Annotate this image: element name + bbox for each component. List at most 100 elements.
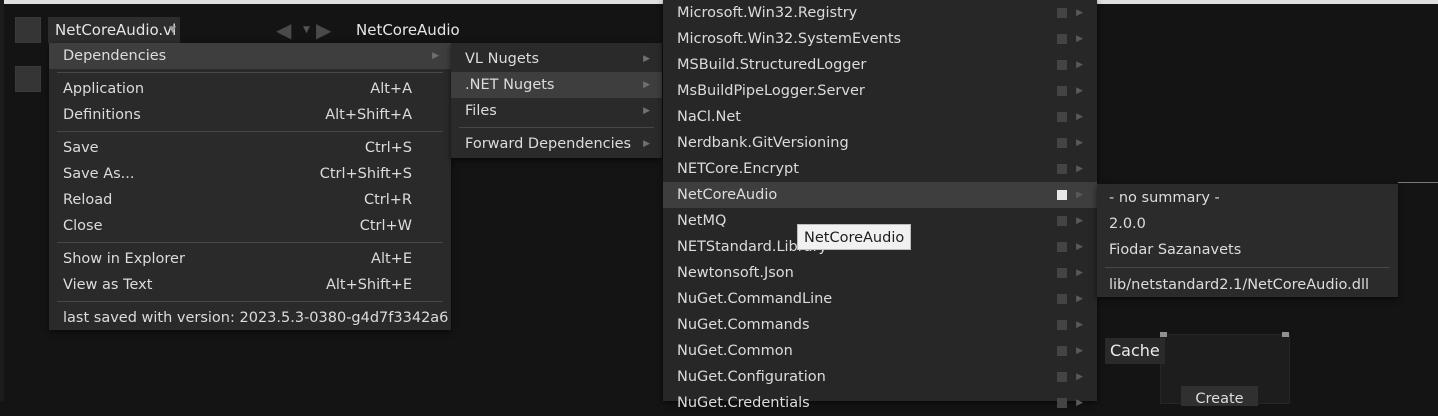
menu-separator	[57, 301, 443, 302]
nuget-item-netcoreaudio[interactable]: NetCoreAudio ▶	[663, 182, 1097, 208]
nuget-item[interactable]: NuGet.Common ▶	[663, 338, 1097, 364]
package-dll-path[interactable]: lib/netstandard2.1/NetCoreAudio.dll	[1097, 272, 1398, 298]
nuget-item[interactable]: Nerdbank.GitVersioning ▶	[663, 130, 1097, 156]
menu-shortcut: Ctrl+Shift+S	[319, 166, 412, 182]
chevron-right-icon: ▶	[1076, 242, 1083, 252]
menu-item-files[interactable]: Files ▶	[451, 98, 662, 124]
reference-checkbox[interactable]	[1057, 8, 1067, 18]
menu-item-definitions[interactable]: Definitions Alt+Shift+A	[49, 102, 451, 128]
tooltip: NetCoreAudio	[797, 224, 912, 250]
reference-checkbox[interactable]	[1057, 190, 1067, 200]
nuget-item-label: Microsoft.Win32.SystemEvents	[677, 31, 902, 47]
document-menu: Dependencies ▶ Application Alt+A Definit…	[49, 43, 451, 330]
menu-separator	[57, 242, 443, 243]
cache-node-label[interactable]: Cache	[1105, 338, 1165, 364]
nuget-item[interactable]: NETCore.Encrypt ▶	[663, 156, 1097, 182]
menu-item-application[interactable]: Application Alt+A	[49, 76, 451, 102]
menu-item-view-as-text[interactable]: View as Text Alt+Shift+E	[49, 272, 451, 298]
menu-shortcut: Ctrl+S	[364, 140, 412, 156]
document-tab-label: NetCoreAudio.vl	[55, 21, 177, 39]
menu-item-vl-nugets[interactable]: VL Nugets ▶	[451, 46, 662, 72]
reference-checkbox[interactable]	[1057, 372, 1067, 382]
reference-checkbox[interactable]	[1057, 268, 1067, 278]
nuget-item-label: NETCore.Encrypt	[677, 161, 799, 177]
nuget-item-label: NuGet.CommandLine	[677, 291, 833, 307]
menu-separator	[57, 72, 443, 73]
menu-item-label: Show in Explorer	[63, 251, 185, 267]
menu-separator	[459, 127, 654, 128]
reference-checkbox[interactable]	[1057, 294, 1067, 304]
menu-separator	[1105, 267, 1390, 268]
forward-arrow-icon[interactable]: ▶	[316, 17, 331, 43]
chevron-right-icon: ▶	[1076, 138, 1083, 148]
package-author: Fiodar Sazanavets	[1109, 242, 1242, 258]
menu-item-dependencies[interactable]: Dependencies ▶	[49, 43, 451, 69]
chevron-right-icon: ▶	[643, 106, 650, 116]
nuget-item-label: MsBuildPipeLogger.Server	[677, 83, 865, 99]
reference-checkbox[interactable]	[1057, 60, 1067, 70]
menu-item-label: Application	[63, 81, 145, 97]
menu-item-save-as[interactable]: Save As... Ctrl+Shift+S	[49, 161, 451, 187]
menu-item-close[interactable]: Close Ctrl+W	[49, 213, 451, 239]
nuget-item[interactable]: Microsoft.Win32.SystemEvents ▶	[663, 26, 1097, 52]
nuget-item-label: Microsoft.Win32.Registry	[677, 5, 858, 21]
chevron-down-icon[interactable]: ▼	[169, 17, 176, 43]
package-summary: - no summary -	[1109, 190, 1220, 206]
back-arrow-icon[interactable]: ◀	[276, 17, 291, 43]
nuget-item[interactable]: MsBuildPipeLogger.Server ▶	[663, 78, 1097, 104]
nuget-item[interactable]: Newtonsoft.Json ▶	[663, 260, 1097, 286]
chevron-right-icon: ▶	[432, 51, 439, 61]
reference-checkbox[interactable]	[1057, 398, 1067, 408]
menu-shortcut: Alt+Shift+E	[325, 277, 412, 293]
chevron-right-icon: ▶	[1076, 216, 1083, 226]
history-dropdown-icon[interactable]: ▼	[303, 17, 310, 43]
nuget-item-label: NuGet.Common	[677, 343, 793, 359]
toolbar-square-button[interactable]	[15, 17, 41, 43]
node-pin[interactable]	[1160, 332, 1167, 337]
menu-shortcut: Ctrl+W	[359, 218, 412, 234]
chevron-right-icon: ▶	[1076, 372, 1083, 382]
menu-shortcut: Ctrl+R	[363, 192, 412, 208]
menu-item-reload[interactable]: Reload Ctrl+R	[49, 187, 451, 213]
document-tab[interactable]: NetCoreAudio.vl ▼	[48, 17, 180, 43]
chevron-right-icon: ▶	[1076, 86, 1083, 96]
reference-checkbox[interactable]	[1057, 242, 1067, 252]
toolbar-square-button-2[interactable]	[15, 66, 41, 92]
menu-item-label: Files	[465, 103, 497, 119]
package-info-panel: - no summary - 2.0.0 Fiodar Sazanavets l…	[1097, 184, 1398, 297]
reference-checkbox[interactable]	[1057, 86, 1067, 96]
reference-checkbox[interactable]	[1057, 164, 1067, 174]
reference-checkbox[interactable]	[1057, 216, 1067, 226]
menu-item-label: Close	[63, 218, 103, 234]
reference-checkbox[interactable]	[1057, 138, 1067, 148]
reference-checkbox[interactable]	[1057, 112, 1067, 122]
reference-checkbox[interactable]	[1057, 346, 1067, 356]
nuget-item[interactable]: NuGet.Configuration ▶	[663, 364, 1097, 390]
dependencies-submenu: VL Nugets ▶ .NET Nugets ▶ Files ▶ Forwar…	[451, 43, 662, 158]
chevron-right-icon: ▶	[643, 80, 650, 90]
menu-item-dotnet-nugets[interactable]: .NET Nugets ▶	[451, 72, 662, 98]
chevron-right-icon: ▶	[1076, 320, 1083, 330]
nuget-item[interactable]: NaCl.Net ▶	[663, 104, 1097, 130]
chevron-right-icon: ▶	[1076, 190, 1083, 200]
menu-item-label: .NET Nugets	[465, 77, 555, 93]
chevron-right-icon: ▶	[1076, 34, 1083, 44]
menu-item-forward-dependencies[interactable]: Forward Dependencies ▶	[451, 131, 662, 157]
nuget-item[interactable]: MSBuild.StructuredLogger ▶	[663, 52, 1097, 78]
window-left-edge	[0, 0, 4, 401]
menu-item-show-in-explorer[interactable]: Show in Explorer Alt+E	[49, 246, 451, 272]
reference-checkbox[interactable]	[1057, 320, 1067, 330]
menu-item-save[interactable]: Save Ctrl+S	[49, 135, 451, 161]
connection-wire	[1398, 182, 1438, 183]
version-info: last saved with version: 2023.5.3-0380-g…	[63, 310, 449, 326]
menu-shortcut: Alt+Shift+A	[325, 107, 412, 123]
nuget-item[interactable]: NuGet.CommandLine ▶	[663, 286, 1097, 312]
nuget-item[interactable]: NuGet.Commands ▶	[663, 312, 1097, 338]
reference-checkbox[interactable]	[1057, 34, 1067, 44]
menu-shortcut: Alt+E	[371, 251, 412, 267]
create-button[interactable]: Create	[1181, 386, 1258, 407]
nuget-item[interactable]: Microsoft.Win32.Registry ▶	[663, 0, 1097, 26]
chevron-right-icon: ▶	[1076, 112, 1083, 122]
node-pin-right[interactable]	[1282, 332, 1289, 337]
nuget-item[interactable]: NuGet.Credentials ▶	[663, 390, 1097, 416]
